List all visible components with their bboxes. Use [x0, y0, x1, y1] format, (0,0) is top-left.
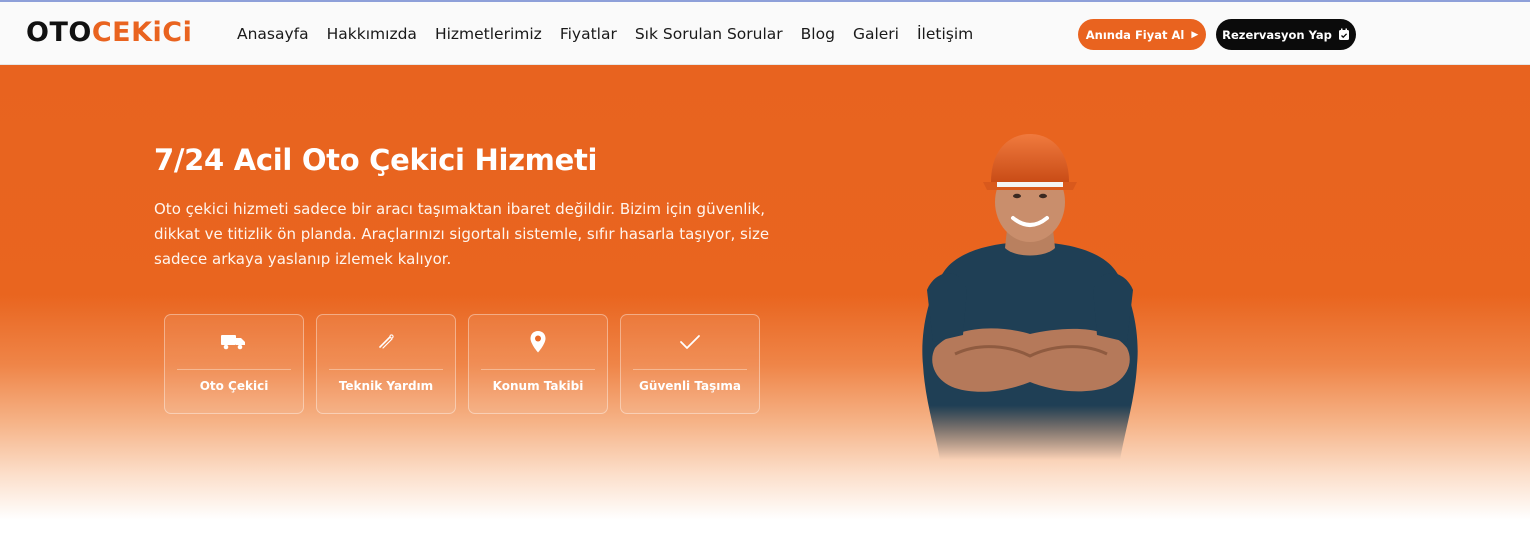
nav-item-sss[interactable]: Sık Sorulan Sorular: [635, 24, 783, 44]
caret-right-icon: ▶: [1191, 29, 1199, 40]
nav-item-galeri[interactable]: Galeri: [853, 24, 899, 44]
logo-text-cekici: CEKiCi: [91, 17, 193, 48]
feature-card-label: Konum Takibi: [492, 379, 584, 393]
hero-description: Oto çekici hizmeti sadece bir aracı taşı…: [154, 200, 770, 268]
check-icon: [621, 331, 759, 353]
card-divider: [329, 369, 443, 370]
reservation-label: Rezervasyon Yap: [1222, 27, 1332, 42]
get-quote-button[interactable]: Anında Fiyat Al ▶: [1078, 19, 1206, 50]
hero-title: 7/24 Acil Oto Çekici Hizmeti: [154, 143, 598, 177]
top-navigation-bar: OTOCEKiCi Anasayfa Hakkımızda Hizmetleri…: [0, 0, 1530, 65]
truck-icon: [165, 331, 303, 353]
feature-card-konum-takibi[interactable]: Konum Takibi: [468, 314, 608, 414]
nav-item-iletisim[interactable]: İletişim: [917, 24, 973, 44]
calendar-icon: [1338, 28, 1349, 40]
feature-card-label: Oto Çekici: [199, 379, 269, 393]
logo-text-oto: OTO: [26, 17, 92, 48]
nav-item-anasayfa[interactable]: Anasayfa: [237, 24, 309, 44]
nav-item-fiyatlar[interactable]: Fiyatlar: [560, 24, 617, 44]
feature-card-teknik-yardim[interactable]: Teknik Yardım: [316, 314, 456, 414]
site-logo[interactable]: OTOCEKiCi: [26, 16, 192, 50]
feature-card-label: Teknik Yardım: [338, 379, 434, 393]
nav-item-hakkimizda[interactable]: Hakkımızda: [327, 24, 417, 44]
worker-image: [922, 134, 1138, 460]
map-pin-icon: [469, 331, 607, 353]
card-divider: [177, 369, 291, 370]
card-divider: [481, 369, 595, 370]
nav-item-blog[interactable]: Blog: [801, 24, 835, 44]
feature-card-guvenli-tasima[interactable]: Güvenli Taşıma: [620, 314, 760, 414]
feature-card-oto-cekici[interactable]: Oto Çekici: [164, 314, 304, 414]
get-quote-label: Anında Fiyat Al: [1085, 27, 1185, 42]
wrench-icon: [317, 331, 455, 353]
feature-card-label: Güvenli Taşıma: [639, 379, 741, 393]
nav-item-hizmetlerimiz[interactable]: Hizmetlerimiz: [435, 24, 542, 44]
hero-section: [0, 65, 1530, 537]
card-divider: [633, 369, 747, 370]
main-nav: Anasayfa Hakkımızda Hizmetlerimiz Fiyatl…: [237, 24, 991, 44]
reservation-button[interactable]: Rezervasyon Yap: [1216, 19, 1356, 50]
